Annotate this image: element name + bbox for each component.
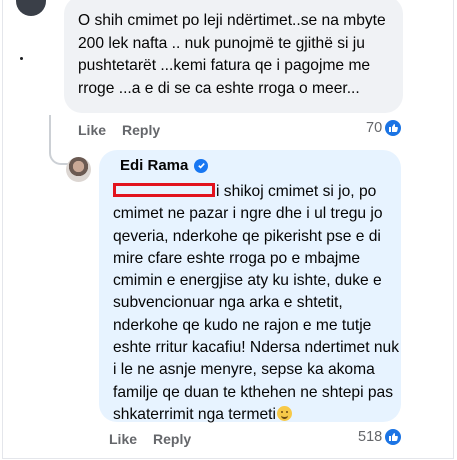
reply-author-avatar[interactable]	[66, 157, 91, 182]
comment-bubble: O shih cmimet po leji ndërtimet..se na m…	[64, 0, 403, 113]
reply-author[interactable]: Edi Rama	[120, 157, 209, 174]
reply-text: i shikoj cmimet si jo, po cmimet ne paza…	[113, 181, 403, 426]
redacted-mention	[113, 183, 215, 197]
decorative-dot	[20, 57, 23, 60]
reply-body: i shikoj cmimet si jo, po cmimet ne paza…	[113, 183, 400, 423]
author-name[interactable]: Edi Rama	[120, 157, 188, 174]
like-button[interactable]: Like	[109, 431, 137, 447]
reaction-summary[interactable]: 518	[358, 429, 402, 445]
reply-thread-connector	[49, 115, 71, 165]
like-button[interactable]: Like	[78, 122, 106, 138]
reaction-count: 70	[366, 120, 383, 136]
reaction-summary[interactable]: 70	[366, 120, 402, 136]
reply-button[interactable]: Reply	[122, 122, 160, 138]
comment-text: O shih cmimet po leji ndërtimet..se na m…	[78, 12, 386, 97]
reply-bubble: Edi Rama i shikoj cmimet si jo, po cmime…	[99, 150, 401, 423]
comment-actions: Like Reply	[78, 122, 176, 138]
smiling-emoji-icon	[276, 405, 292, 421]
reply-actions: Like Reply	[109, 431, 207, 447]
thumbs-up-icon	[385, 429, 402, 445]
reaction-count: 518	[358, 429, 383, 445]
verified-badge-icon	[194, 158, 209, 173]
reply-button[interactable]: Reply	[153, 431, 191, 447]
thumbs-up-icon	[385, 120, 402, 136]
